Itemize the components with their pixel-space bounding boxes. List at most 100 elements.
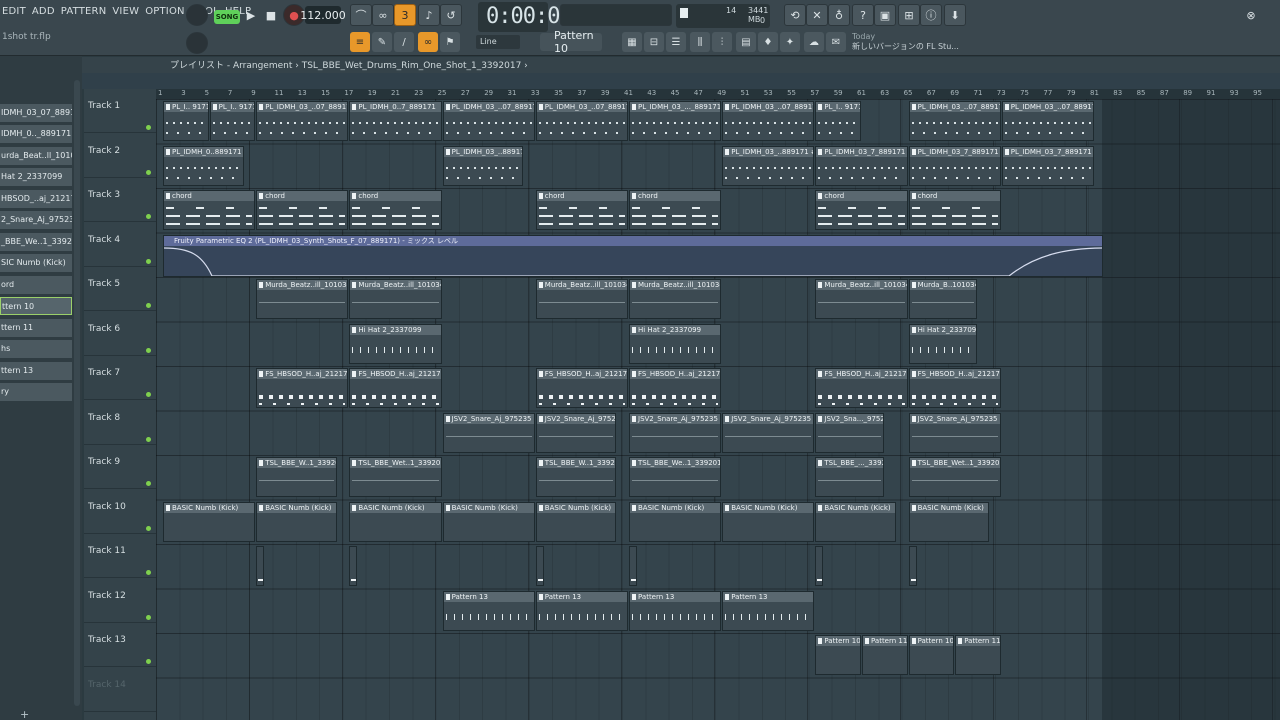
track-mute-led[interactable] [146,614,151,620]
news-panel[interactable]: Today 新しいバージョンの FL Stu... [852,32,959,52]
playlist-clip[interactable]: PL_IDMH_03_..07_889171 [1001,101,1094,141]
playlist-view-icon[interactable]: ▦ [622,32,642,52]
playlist-clip[interactable]: PL_I.. 9171 [815,101,861,141]
playlist-clip[interactable]: PL_IDMH_0..889171 #2 [163,145,244,186]
pattern-selector[interactable]: Pattern 10 [540,29,602,55]
plugin-icon[interactable]: ⊞ [898,4,920,26]
playlist-clip[interactable]: Pattern 10 [908,635,955,675]
track-mute-led[interactable] [146,125,151,130]
browser-item[interactable]: ry [0,383,72,401]
browser-item[interactable]: urda_Beat..ll_1010347 [0,147,72,165]
playlist-clip-one-shot[interactable] [349,546,358,586]
tempo-display[interactable]: 112.000 [300,6,346,24]
track-mute-led[interactable] [146,481,151,486]
track-header[interactable]: Track 5 [84,267,156,311]
download-icon[interactable]: ⬇ [944,4,966,26]
playlist-clip[interactable]: FS_HBSOD_H..aj_2121791 [629,368,722,408]
browser-item[interactable]: ttern 11 [0,319,72,337]
playlist-clip[interactable]: JSV2_Snare_Aj_975235 [629,412,722,453]
menu-pattern[interactable]: PATTERN [61,6,107,22]
automation-clip[interactable]: Fruity Parametric EQ 2 (PL_IDMH_03_Synth… [163,235,1103,277]
playlist-clip-one-shot[interactable] [815,546,824,586]
track-mute-led[interactable] [146,303,151,308]
wait-input-icon[interactable]: ∞ [372,4,394,26]
track-mute-led[interactable] [146,659,151,664]
browser-item[interactable]: SIC Numb (Kick) [0,254,72,272]
browser-item[interactable]: _BBE_We..1_3392017 [0,233,72,251]
menu-option[interactable]: OPTION [145,6,185,22]
playlist-clip[interactable]: FS_HBSOD_H..aj_2121791 [908,368,1001,408]
playlist-clip[interactable]: Pattern 13 [442,590,535,631]
playlist-clip[interactable]: TSL_BBE_..._3392017 [815,457,885,497]
song-position-display[interactable]: 0:00:00 [486,4,573,29]
browser-item[interactable]: ttern 13 [0,362,72,380]
countdown-icon[interactable]: 3 [394,4,416,26]
playlist-clip[interactable]: PL_I.. 9171 [209,101,256,141]
microphone-icon[interactable]: ♁ [828,4,850,26]
playlist-clip[interactable]: TSL_BBE_Wet..1_3392017 [349,457,442,497]
playlist-clip[interactable]: PL_IDMH_03_..._889171 [629,101,722,141]
add-icon[interactable]: + [20,708,29,720]
metronome-icon[interactable]: ⌒ [350,4,372,26]
playlist-scroll-bar[interactable] [82,73,1280,89]
playlist-clip[interactable]: JSV2_Snare_Aj_975235 [722,412,815,453]
playlist-clip[interactable]: Murda_Beatz..ill_1010347 [815,279,908,319]
feedback-icon[interactable]: ✉ [826,32,846,52]
draw-icon[interactable]: ✎ [372,32,392,52]
file-icon[interactable]: ▤ [736,32,756,52]
browser-item[interactable]: ord [0,276,72,294]
track-header[interactable]: Track 9 [84,445,156,489]
track-header[interactable]: Track 13 [84,623,156,667]
browser-item[interactable]: IDMH_0.._889171 #2 [0,125,72,143]
playlist-clip[interactable]: JSV2_Snare_Aj_975235 [908,412,1001,453]
main-volume-knob[interactable] [186,4,208,26]
menu-add[interactable]: ADD [32,6,55,22]
playlist-clip[interactable]: BASIC Numb (Kick) [256,501,337,542]
playlist-clip-one-shot[interactable] [535,546,544,586]
playlist-clip-one-shot[interactable] [629,546,637,586]
track-mute-led[interactable] [146,258,151,264]
stop-icon[interactable]: ■ [260,4,282,26]
playlist-clip[interactable]: PL_IDMH_03_..07_889171 [908,101,1001,141]
playlist-clip-one-shot[interactable] [908,546,917,586]
track-header[interactable]: Track 11 [84,534,156,578]
playlist-clip[interactable]: Murda_Beatz..ill_1010347 [629,279,722,319]
track-mute-led[interactable] [146,214,151,219]
playlist-clip[interactable]: Pattern 11 [955,635,1001,675]
playlist-clip[interactable]: Hi Hat 2_2337099 [629,323,722,364]
playlist-clip[interactable]: PL_IDMH_03_..889171 #2 [442,145,524,186]
timeline-ruler[interactable]: 1 3 5 7 9 11 13 15 17 19 21 23 25 27 29 31 33 35 37 39 41 43 4… [156,89,1280,99]
playlist-clip[interactable]: Pattern 10 [815,635,861,675]
playlist-clip[interactable]: TSL_BBE_We..1_3392017 [629,457,722,497]
track-mute-led[interactable] [146,436,151,442]
playlist-clip[interactable]: TSL_BBE_W..1_3392017 [256,457,337,497]
track-mute-led[interactable] [146,347,151,353]
track-header[interactable]: Track 14 [84,668,156,712]
playlist-clip[interactable]: chord [256,190,349,230]
track-mute-led[interactable] [146,392,151,397]
playlist-clip[interactable]: Pattern 13 [722,590,815,631]
cut-icon[interactable]: ✕ [806,4,828,26]
track-mute-led[interactable] [146,525,151,531]
browser-item[interactable]: HBSOD_..aj_2121791 [0,190,72,208]
playlist-clip[interactable]: PL_IDMH_0..7_889171 [349,101,442,141]
playlist-mode-icon[interactable]: ≡ [350,32,370,52]
loop-record-icon[interactable]: ↺ [440,4,462,26]
playlist-clip[interactable]: BASIC Numb (Kick) [815,501,896,542]
track-mute-led[interactable] [146,169,151,175]
playlist-clip[interactable]: TSL_BBE_Wet..1_3392017 [908,457,1001,497]
playlist-clip[interactable]: JSV2_Snare_Aj_975235 [442,412,535,453]
track-header[interactable]: Track 2 [84,134,156,178]
playlist-clip[interactable]: Murda_B..1010347 [908,279,978,319]
playlist-clip[interactable]: BASIC Numb (Kick) [442,501,535,542]
snap-link-icon[interactable]: ∞ [418,32,438,52]
track-header[interactable]: Track 4 [84,223,156,267]
cloud-icon[interactable]: ☁ [804,32,824,52]
playlist-clip[interactable]: FS_HBSOD_H..aj_2121791 [815,368,908,408]
track-mute-led[interactable] [146,570,151,575]
paint-icon[interactable]: / [394,32,414,52]
menu-edit[interactable]: EDIT [2,6,26,22]
playlist-clip[interactable]: FS_HBSOD_H..aj_2121791 [349,368,442,408]
playlist-clip-one-shot[interactable] [256,546,265,586]
browser-item[interactable]: IDMH_03_07_889171 [0,104,72,122]
